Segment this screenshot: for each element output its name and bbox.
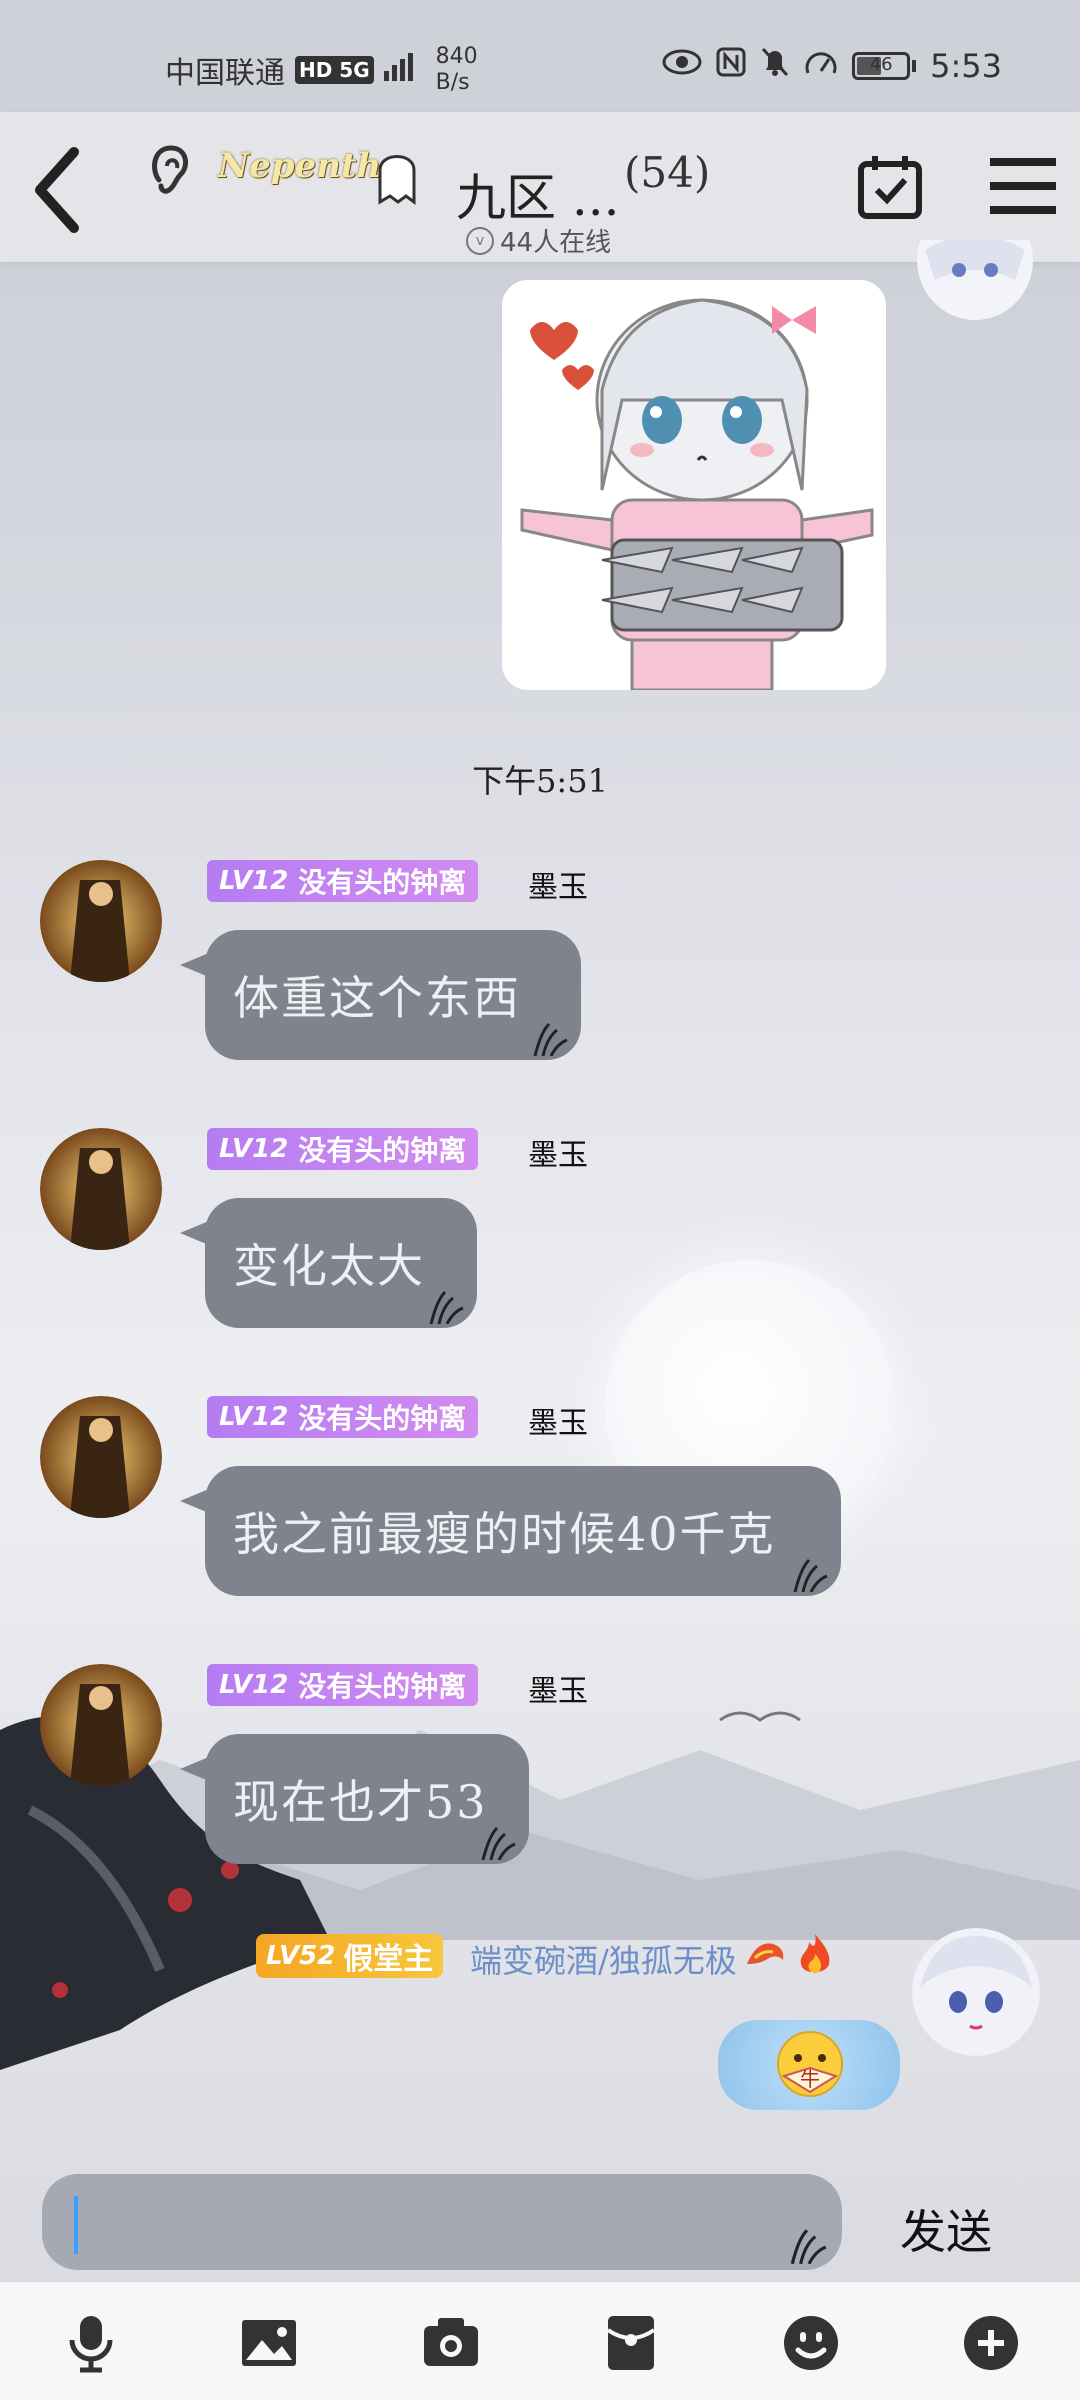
self-nickname-text: 端变碗酒/独孤无极 (470, 1942, 737, 1980)
message-text: 我之前最瘦的时候40千克 (233, 1507, 776, 1561)
status-left: 中国联通 HD 5G 840 B/s (165, 44, 478, 96)
battery-icon: 46 (852, 52, 917, 80)
sender-nickname: 墨玉 (528, 1406, 588, 1441)
message-timestamp: 下午5:51 (472, 762, 608, 800)
level-label: LV12 (219, 1134, 289, 1164)
grass-decoration-icon (533, 1022, 568, 1056)
text-caret (74, 2196, 78, 2254)
user-title-badge: LV12 没有头的钟离 (207, 1128, 479, 1170)
signal-icon (383, 51, 420, 89)
member-count: (54) (624, 148, 711, 197)
message-bubble[interactable]: 现在也才53 (205, 1734, 529, 1864)
online-count: 44人在线 (500, 228, 612, 258)
ghost-icon (372, 146, 422, 206)
user-title-badge: LV12 没有头的钟离 (207, 1396, 479, 1438)
menu-icon[interactable] (990, 156, 1056, 216)
self-title: 假堂主 (343, 1942, 434, 1977)
send-button[interactable]: 发送 (900, 2196, 992, 2262)
sender-avatar[interactable] (40, 1396, 162, 1518)
level-label: LV12 (219, 1670, 289, 1700)
clock: 5:53 (930, 47, 1002, 85)
sender-avatar[interactable] (40, 1128, 162, 1250)
net-speed-unit: B/s (435, 70, 470, 95)
user-title: 没有头的钟离 (298, 1402, 467, 1435)
self-avatar-partial[interactable] (915, 200, 1035, 330)
sender-nickname: 墨玉 (528, 1674, 588, 1709)
speed-gauge-icon (804, 47, 838, 85)
carrier-label: 中国联通 (165, 56, 285, 91)
message-text: 变化太大 (233, 1239, 425, 1293)
user-title-badge: LV12 没有头的钟离 (207, 1664, 479, 1706)
self-title-badge: LV52 假堂主 (256, 1934, 444, 1978)
user-title: 没有头的钟离 (298, 1134, 467, 1167)
self-nickname: 端变碗酒/独孤无极 (470, 1932, 835, 1986)
message-bubble[interactable]: 体重这个东西 (205, 930, 581, 1060)
grass-decoration-icon (790, 2229, 827, 2264)
red-packet-icon[interactable] (600, 2312, 662, 2374)
message-bubble[interactable]: 变化太大 (205, 1198, 477, 1328)
chevron-down-icon: v (466, 226, 494, 255)
level-label: LV12 (219, 866, 289, 896)
emoji-label: 牛 (800, 2067, 820, 2091)
status-right: 46 5:53 (662, 46, 1002, 86)
dragon-icon (743, 1934, 789, 1984)
grass-decoration-icon (429, 1290, 464, 1324)
sender-avatar[interactable] (40, 860, 162, 982)
grass-decoration-icon (481, 1826, 516, 1860)
group-tag-logo: Nepenthe (218, 146, 403, 186)
bottom-toolbar (0, 2282, 1080, 2400)
self-avatar[interactable] (912, 1928, 1040, 2056)
battery-level: 46 (869, 54, 893, 75)
microphone-icon[interactable] (60, 2312, 122, 2374)
plus-icon[interactable] (960, 2312, 1022, 2374)
back-button[interactable] (22, 140, 92, 240)
online-status[interactable]: v 44人在线 (466, 222, 611, 259)
sender-nickname: 墨玉 (528, 870, 588, 905)
user-title: 没有头的钟离 (298, 1670, 467, 1703)
sender-avatar[interactable] (40, 1664, 162, 1786)
image-icon[interactable] (238, 2312, 300, 2374)
level-label: LV12 (219, 1402, 289, 1432)
grass-decoration-icon (793, 1558, 828, 1592)
calendar-check-icon[interactable] (855, 152, 925, 222)
sender-nickname: 墨玉 (528, 1138, 588, 1173)
message-input[interactable] (42, 2174, 842, 2270)
user-title-badge: LV12 没有头的钟离 (207, 860, 479, 902)
message-text: 体重这个东西 (233, 971, 521, 1025)
emoji-icon[interactable] (780, 2312, 842, 2374)
message-text: 现在也才53 (233, 1775, 488, 1829)
net-speed: 840 (435, 44, 478, 69)
camera-icon[interactable] (420, 2312, 482, 2374)
network-label: HD 5G (295, 56, 374, 84)
emoji-message-bubble[interactable]: 牛 (718, 2020, 900, 2110)
eye-icon (662, 48, 702, 84)
sticker-image[interactable] (502, 280, 886, 690)
message-bubble[interactable]: 我之前最瘦的时候40千克 (205, 1466, 841, 1596)
self-level-label: LV52 (266, 1941, 336, 1971)
group-title[interactable]: 九区 ... (456, 158, 620, 230)
nfc-icon (716, 47, 746, 85)
fire-icon (795, 1932, 835, 1986)
ear-icon[interactable] (145, 140, 195, 200)
mute-bell-icon (760, 46, 790, 86)
user-title: 没有头的钟离 (298, 866, 467, 899)
